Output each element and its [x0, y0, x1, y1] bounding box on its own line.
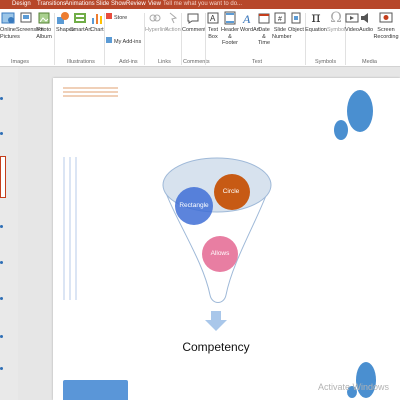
action-button[interactable]: Action [165, 9, 181, 57]
group-text-label: Text [252, 59, 263, 65]
group-illustrations-label: Illustrations [67, 59, 95, 65]
store-icon [106, 13, 112, 19]
text-box-icon: A [207, 12, 219, 24]
screen-recording-icon [379, 12, 393, 23]
hyperlink-icon [149, 14, 161, 22]
down-arrow-icon[interactable] [205, 311, 227, 331]
wordart-icon: A [242, 12, 251, 25]
omega-icon: Ω [330, 10, 342, 26]
decorative-circle[interactable] [347, 90, 373, 132]
svg-text:#: # [278, 16, 282, 23]
comment-button[interactable]: Comment [182, 9, 206, 57]
screenshot-icon [20, 12, 32, 23]
chart-icon [92, 14, 102, 24]
rectangle-label: Rectangle [179, 202, 209, 209]
insert-ribbon: Online Pictures Screenshot Photo Album I… [0, 9, 400, 67]
slide-canvas[interactable]: Circle Rectangle Allows Competency [53, 78, 400, 400]
audio-button[interactable]: Audio [359, 9, 373, 57]
comment-icon [187, 13, 199, 24]
group-separator [104, 13, 105, 65]
circle-label: Circle [222, 188, 240, 195]
action-icon [169, 12, 178, 24]
store-button[interactable]: Store [106, 9, 142, 23]
tab-review[interactable]: Review [126, 0, 146, 9]
online-pictures-button[interactable]: Online Pictures [0, 9, 20, 57]
thumbnail-marker [0, 367, 3, 370]
ribbon-tab-bar: Design Transitions Animations Slide Show… [0, 0, 400, 9]
thumbnail-marker [0, 261, 3, 264]
svg-text:A: A [242, 12, 251, 25]
video-button[interactable]: Video [345, 9, 359, 57]
online-pictures-icon [1, 12, 15, 24]
screen-recording-button[interactable]: Screen Recording [373, 9, 399, 57]
thumbnail-marker [0, 132, 3, 135]
object-icon [291, 12, 301, 24]
photo-album-button[interactable]: Photo Album [36, 9, 52, 57]
hyperlink-button[interactable]: Hyperlink [145, 9, 168, 57]
my-addins-button[interactable]: My Add-ins [106, 37, 142, 51]
tab-view[interactable]: View [148, 0, 161, 9]
header-footer-button[interactable]: Header & Footer [220, 9, 240, 57]
decorative-rectangle[interactable] [63, 380, 128, 400]
allows-label: Allows [210, 250, 230, 257]
smartart-icon [74, 13, 86, 23]
object-button[interactable]: Object [288, 9, 304, 57]
group-symbols-label: Symbols [315, 59, 337, 65]
slide-title[interactable]: Competency [166, 340, 266, 354]
pi-icon: π [311, 10, 321, 26]
shapes-icon [57, 12, 69, 24]
text-box-button[interactable]: A Text Box [206, 9, 220, 57]
group-media-label: Media [362, 59, 377, 65]
tab-transitions[interactable]: Transitions [37, 0, 66, 9]
my-addins-icon [106, 37, 112, 43]
tab-design[interactable]: Design [12, 0, 31, 9]
speaker-icon [361, 13, 368, 23]
header-footer-icon [224, 11, 236, 25]
photo-album-icon [38, 12, 50, 24]
slide-thumbnail-pane[interactable] [0, 67, 18, 400]
thumbnail-marker [0, 335, 3, 338]
tab-slide-show[interactable]: Slide Show [96, 0, 126, 9]
slide-number-button[interactable]: # Slide Number [272, 9, 292, 57]
screenshot-button[interactable]: Screenshot [16, 9, 44, 57]
activation-watermark: Activate Windows [318, 382, 390, 392]
equation-button[interactable]: π Equation [305, 9, 327, 57]
symbol-button[interactable]: Ω Symbol [327, 9, 345, 57]
calendar-icon [258, 13, 270, 24]
group-images-label: Images [11, 59, 30, 65]
date-time-button[interactable]: Date & Time [256, 9, 272, 57]
chart-button[interactable]: Chart [90, 9, 104, 57]
tell-me-search[interactable]: Tell me what you want to do... [163, 0, 242, 9]
thumbnail-marker [0, 297, 3, 300]
group-addins-label: Add-ins [119, 59, 138, 65]
group-links-label: Links [158, 59, 171, 65]
video-icon [345, 13, 359, 23]
decorative-circle[interactable] [356, 362, 376, 398]
group-separator [54, 13, 55, 65]
smartart-button[interactable]: SmartArt [70, 9, 92, 57]
svg-text:A: A [210, 14, 216, 23]
selected-slide-thumbnail[interactable] [0, 156, 6, 198]
tab-animations[interactable]: Animations [65, 0, 95, 9]
decorative-circle[interactable] [334, 120, 348, 140]
slide-number-icon: # [274, 12, 286, 24]
wordart-button[interactable]: A WordArt [240, 9, 260, 57]
thumbnail-marker [0, 225, 3, 228]
shapes-button[interactable]: Shapes [56, 9, 75, 57]
thumbnail-marker [0, 97, 3, 100]
